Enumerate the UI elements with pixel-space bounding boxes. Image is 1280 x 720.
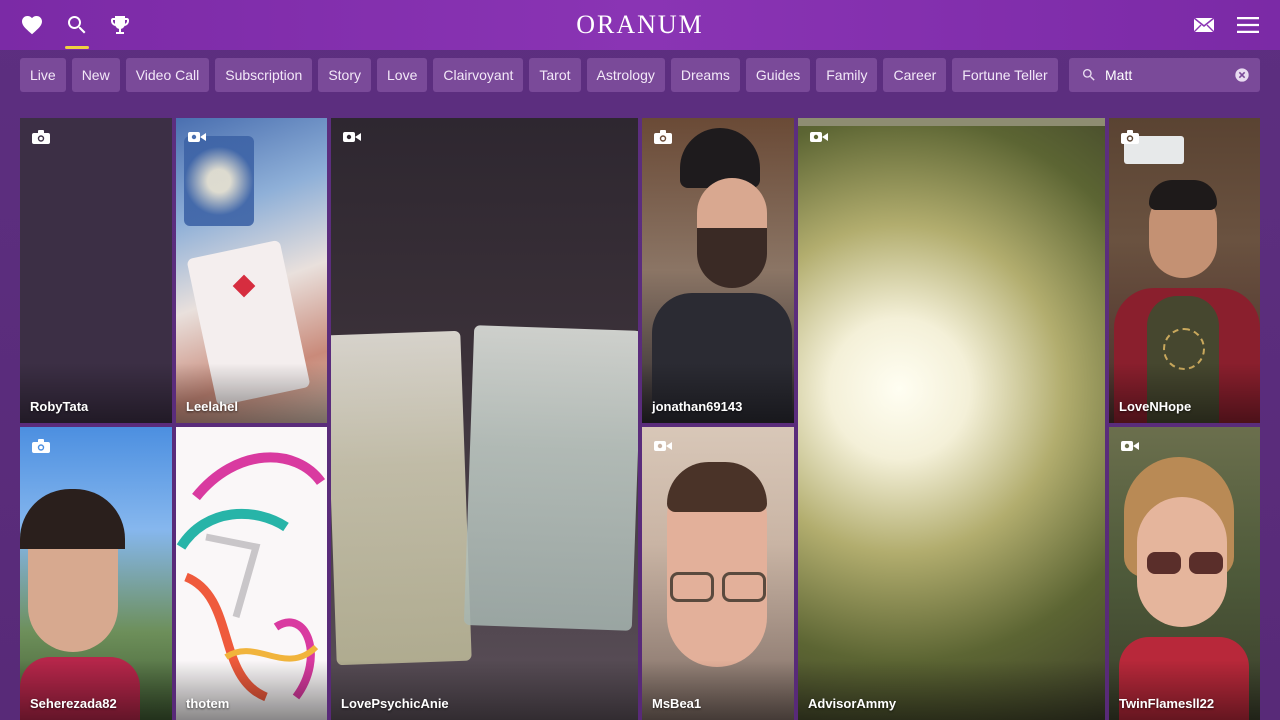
video-camera-icon	[188, 130, 206, 144]
top-header: ORANUM	[0, 0, 1280, 50]
performer-tile[interactable]: LovePsychicAnie	[331, 118, 638, 720]
brand-logo-text[interactable]: ORANUM	[576, 10, 704, 39]
performer-name: Leelahel	[186, 399, 239, 414]
performer-tile[interactable]: RobyTata	[20, 118, 172, 423]
active-tab-underline	[65, 46, 89, 49]
performer-tile[interactable]: thotem	[176, 427, 327, 720]
tile-shade	[176, 660, 327, 720]
filter-chip-guides[interactable]: Guides	[745, 58, 811, 92]
filter-chip-new[interactable]: New	[71, 58, 120, 92]
filter-chip-story[interactable]: Story	[318, 58, 371, 92]
heart-icon[interactable]	[20, 13, 44, 37]
performer-tile[interactable]: LoveNHope	[1109, 118, 1260, 423]
filter-chip-family[interactable]: Family	[816, 58, 878, 92]
top-strip	[798, 118, 1105, 126]
performer-tile[interactable]: Leelahel	[176, 118, 327, 423]
trophy-icon[interactable]	[108, 13, 132, 37]
glasses-shape	[670, 572, 714, 602]
search-icon[interactable]	[65, 13, 89, 37]
performer-name: AdvisorAmmy	[808, 696, 897, 711]
category-filter-bar: Live New Video Call Subscription Story L…	[20, 58, 1060, 92]
performer-tile[interactable]: Seherezada82	[20, 427, 172, 720]
filter-chip-fortune-teller[interactable]: Fortune Teller	[952, 58, 1058, 92]
filter-chip-astrology[interactable]: Astrology	[586, 58, 665, 92]
tarot-card-image	[463, 325, 638, 631]
page: ORANUM Live New Video Call Subscription …	[0, 0, 1280, 720]
filter-chip-career[interactable]: Career	[883, 58, 947, 92]
filter-chip-clairvoyant[interactable]: Clairvoyant	[433, 58, 524, 92]
performer-name: jonathan69143	[652, 399, 743, 414]
performer-name: thotem	[186, 696, 230, 711]
filter-chip-video-call[interactable]: Video Call	[125, 58, 210, 92]
tile-shade	[1109, 363, 1260, 423]
search-input[interactable]	[1105, 67, 1234, 83]
beard-shape	[697, 228, 767, 288]
tile-shade	[798, 660, 1105, 720]
tarot-card-image	[331, 330, 472, 666]
performer-name: LoveNHope	[1119, 399, 1192, 414]
performer-tile[interactable]: TwinFlamesll22	[1109, 427, 1260, 720]
sunglasses-shape	[1189, 552, 1223, 574]
tile-shade	[642, 363, 794, 423]
performer-name: LovePsychicAnie	[341, 696, 449, 711]
tile-shade	[20, 660, 172, 720]
camera-icon	[1121, 130, 1139, 144]
hair-shape	[667, 462, 767, 512]
filter-chip-tarot[interactable]: Tarot	[529, 58, 581, 92]
performer-tile[interactable]: AdvisorAmmy	[798, 118, 1105, 720]
tile-shade	[176, 363, 327, 423]
mail-icon[interactable]	[1192, 13, 1216, 37]
performer-name: RobyTata	[30, 399, 89, 414]
hair-shape	[1149, 180, 1217, 210]
card-image	[184, 136, 254, 226]
camera-icon	[32, 130, 50, 144]
video-camera-icon	[1121, 439, 1139, 453]
brand-logo: ORANUM	[0, 10, 1280, 40]
filter-chip-dreams[interactable]: Dreams	[670, 58, 740, 92]
filter-chip-live[interactable]: Live	[20, 58, 66, 92]
camera-icon	[654, 130, 672, 144]
search-field-icon	[1083, 69, 1095, 81]
video-camera-icon	[343, 130, 361, 144]
video-camera-icon	[654, 439, 672, 453]
performer-name: TwinFlamesll22	[1119, 696, 1215, 711]
camera-icon	[32, 439, 50, 453]
hair-shape	[20, 489, 125, 549]
performer-tile[interactable]: MsBea1	[642, 427, 794, 720]
performer-name: Seherezada82	[30, 696, 117, 711]
filter-chip-love[interactable]: Love	[377, 58, 428, 92]
performer-name: MsBea1	[652, 696, 702, 711]
tile-shade	[331, 660, 638, 720]
menu-icon[interactable]	[1236, 13, 1260, 37]
performer-tile[interactable]: jonathan69143	[642, 118, 794, 423]
glasses-shape	[722, 572, 766, 602]
video-camera-icon	[810, 130, 828, 144]
tile-shade	[1109, 660, 1260, 720]
clear-search-icon[interactable]	[1234, 67, 1250, 83]
filter-chip-subscription[interactable]: Subscription	[215, 58, 313, 92]
tile-shade	[20, 363, 172, 423]
tile-shade	[642, 660, 794, 720]
search-box	[1069, 58, 1260, 92]
sunglasses-shape	[1147, 552, 1181, 574]
